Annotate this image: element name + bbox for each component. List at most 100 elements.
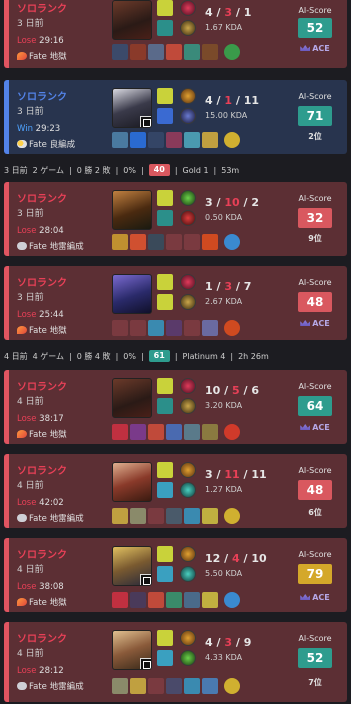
match-card[interactable]: ソロランク 3 日前 Lose 25:44 Fate 地獄 1 / 3 / 7 … [4, 266, 347, 340]
match-card[interactable]: ソロランク 4 日前 Lose 38:08 Fate 地獄 12 / 4 / 1… [4, 538, 347, 612]
item-icon[interactable] [166, 424, 182, 440]
item-icon[interactable] [184, 44, 200, 60]
match-card[interactable]: ソロランク 3 日前 Lose 29:16 Fate 地獄 4 / 3 / 1 … [4, 0, 347, 68]
conqueror-rune-icon [180, 0, 196, 16]
champion-icon[interactable] [112, 190, 152, 230]
item-icon[interactable] [112, 44, 128, 60]
champion-icon[interactable] [112, 378, 152, 418]
item-icon[interactable] [202, 424, 218, 440]
item-row [112, 508, 272, 524]
ward-icon[interactable] [224, 234, 240, 250]
ward-icon[interactable] [224, 320, 240, 336]
item-icon[interactable] [202, 678, 218, 694]
match-card[interactable]: ソロランク 4 日前 Lose 38:17 Fate 地獄 10 / 5 / 6… [4, 370, 347, 444]
item-icon[interactable] [130, 44, 146, 60]
electrocute-rune-icon [180, 274, 196, 290]
champion-icon[interactable] [112, 630, 152, 670]
fate-label: Fate 地獄 [29, 430, 67, 440]
match-card[interactable]: ソロランク 3 日前 Win 29:23 Fate 良編成 4 / 1 / 11… [4, 80, 347, 154]
teleport-icon [157, 482, 173, 498]
champion-icon[interactable] [112, 88, 152, 128]
champion-icon[interactable] [112, 462, 152, 502]
item-icon[interactable] [202, 508, 218, 524]
champion-icon[interactable] [112, 546, 152, 586]
match-history-list: ソロランク 3 日前 Lose 29:16 Fate 地獄 4 / 3 / 1 … [0, 0, 351, 704]
item-icon[interactable] [202, 234, 218, 250]
kda-ratio: 2.67 KDA [205, 297, 243, 306]
match-card[interactable]: ソロランク 4 日前 Lose 28:12 Fate 地雷編成 4 / 3 / … [4, 622, 347, 702]
lane-tag-icon [140, 574, 151, 585]
divider-sep: | [115, 165, 119, 175]
kills: 10 [205, 384, 221, 397]
ai-score-label: AI-Score [298, 466, 332, 475]
result-label: Lose [17, 226, 37, 236]
ward-icon[interactable] [224, 678, 240, 694]
item-icon[interactable] [130, 592, 146, 608]
item-icon[interactable] [184, 592, 200, 608]
match-duration: 29:16 [39, 36, 64, 46]
fate-label: Fate 地雷編成 [29, 242, 84, 252]
ai-score-panel: AI-Score 64 ACE [287, 370, 343, 444]
queue-type: ソロランク [17, 550, 67, 561]
match-card[interactable]: ソロランク 3 日前 Lose 28:04 Fate 地雷編成 3 / 10 /… [4, 182, 347, 256]
item-icon[interactable] [166, 132, 182, 148]
item-icon[interactable] [112, 678, 128, 694]
item-icon[interactable] [130, 678, 146, 694]
item-icon[interactable] [112, 424, 128, 440]
item-icon[interactable] [148, 234, 164, 250]
kills: 12 [205, 552, 221, 565]
item-icon[interactable] [112, 592, 128, 608]
item-icon[interactable] [112, 234, 128, 250]
queue-type: ソロランク [17, 466, 67, 477]
item-icon[interactable] [202, 132, 218, 148]
item-icon[interactable] [184, 508, 200, 524]
champion-icon[interactable] [112, 0, 152, 40]
ghost-icon [157, 210, 173, 226]
item-icon[interactable] [166, 678, 182, 694]
inspiration-rune-icon [180, 482, 196, 498]
match-result: Lose 42:02 [17, 498, 64, 508]
item-icon[interactable] [148, 44, 164, 60]
empty-item-slot [166, 234, 182, 250]
item-icon[interactable] [112, 508, 128, 524]
item-icon[interactable] [112, 132, 128, 148]
fire-icon [17, 326, 27, 334]
item-icon[interactable] [166, 44, 182, 60]
item-icon[interactable] [184, 424, 200, 440]
item-icon[interactable] [148, 592, 164, 608]
deaths: 3 [224, 280, 232, 293]
item-icon[interactable] [130, 234, 146, 250]
teleport-icon [157, 650, 173, 666]
item-icon[interactable] [184, 678, 200, 694]
item-icon[interactable] [202, 592, 218, 608]
item-icon[interactable] [130, 132, 146, 148]
deaths: 3 [224, 6, 232, 19]
item-icon[interactable] [130, 508, 146, 524]
item-icon[interactable] [202, 320, 218, 336]
item-icon[interactable] [202, 44, 218, 60]
match-card[interactable]: ソロランク 4 日前 Lose 42:02 Fate 地雷編成 3 / 11 /… [4, 454, 347, 528]
match-duration: 38:08 [39, 582, 64, 592]
queue-type: ソロランク [17, 194, 67, 205]
ward-icon[interactable] [224, 424, 240, 440]
assists: 6 [251, 384, 259, 397]
divider-sep: | [140, 165, 144, 175]
ward-icon[interactable] [224, 132, 240, 148]
total-duration: 2h 26m [238, 351, 269, 361]
ward-icon[interactable] [224, 592, 240, 608]
empty-item-slot [112, 320, 128, 336]
item-icon[interactable] [130, 424, 146, 440]
ai-score-label: AI-Score [298, 634, 332, 643]
ward-icon[interactable] [224, 508, 240, 524]
item-icon[interactable] [148, 424, 164, 440]
item-icon[interactable] [166, 592, 182, 608]
item-icon[interactable] [184, 132, 200, 148]
item-icon[interactable] [166, 508, 182, 524]
item-icon[interactable] [166, 320, 182, 336]
item-icon[interactable] [148, 320, 164, 336]
ward-icon[interactable] [224, 44, 240, 60]
champion-icon[interactable] [112, 274, 152, 314]
queue-type: ソロランク [17, 278, 67, 289]
divider-sep: | [230, 351, 234, 361]
storm-cloud-icon [17, 514, 27, 522]
